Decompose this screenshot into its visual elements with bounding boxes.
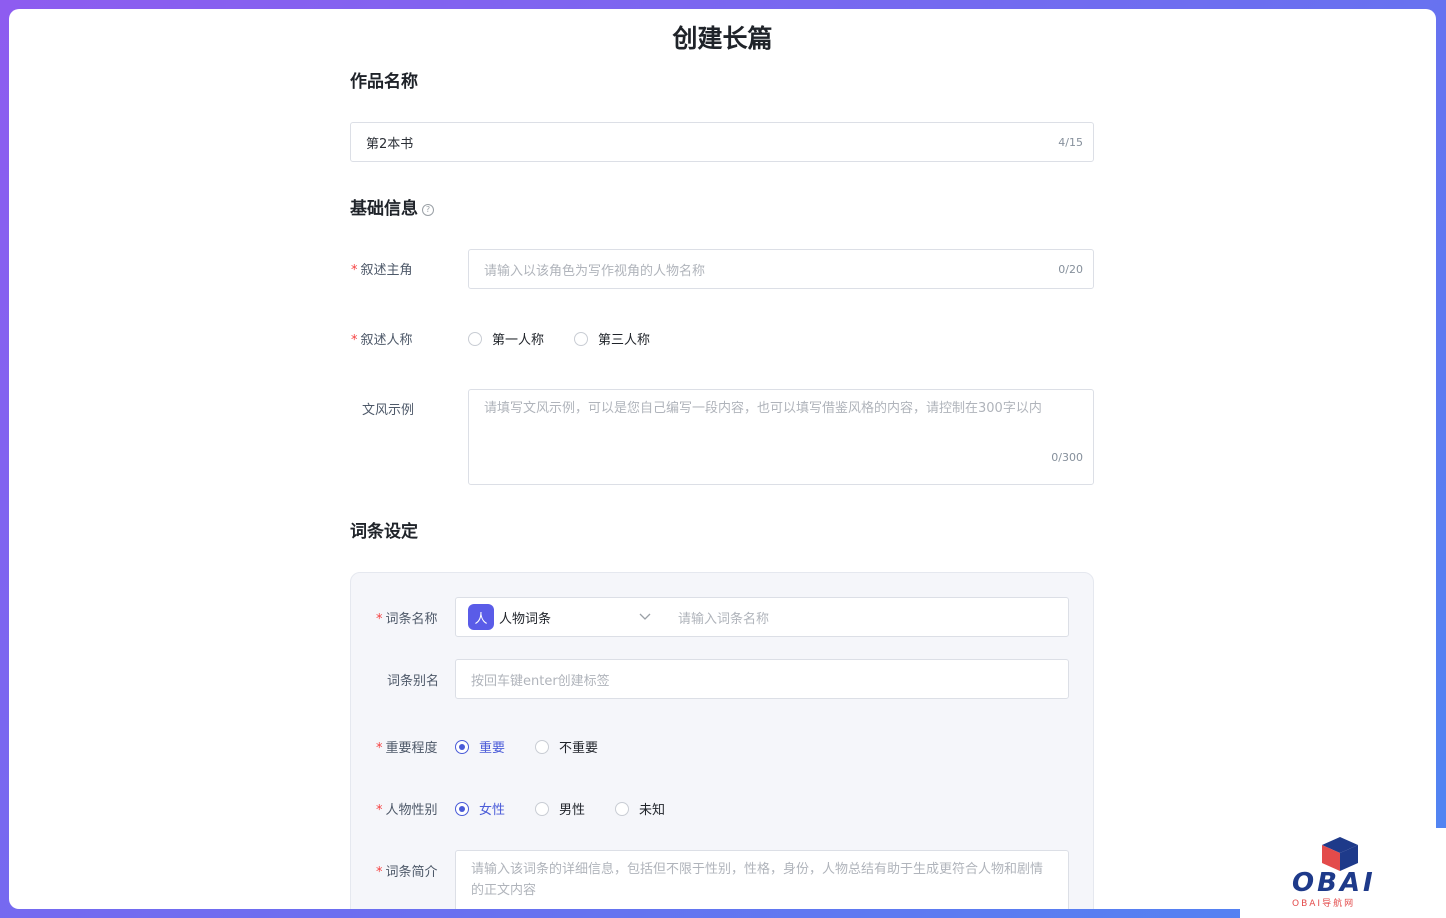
radio-circle [468,331,482,346]
obai-watermark: OBAI OBAI导航网 [1240,828,1446,918]
style-sample-counter: 0/300 [1051,451,1083,464]
pov-first-person-radio[interactable]: 第一人称 [468,329,544,348]
help-icon[interactable]: ? [422,204,434,216]
basic-info-section-title: 基础信息? [350,194,434,219]
radio-label: 未知 [639,803,666,818]
entry-intro-placeholder: 请输入该词条的详细信息，包括但不限于性别，性格，身份，人物总结有助于生成更符合人… [471,862,1044,898]
required-mark: * [376,803,383,818]
radio-circle [455,801,469,816]
radio-circle [615,801,630,816]
required-mark: * [376,612,383,627]
work-name-counter: 4/15 [1058,135,1083,149]
importance-unimportant-radio[interactable]: 不重要 [535,737,598,756]
importance-important-radio[interactable]: 重要 [455,737,505,756]
radio-circle [574,331,589,346]
radio-label: 不重要 [559,741,599,756]
work-name-value: 第2本书 [366,136,414,152]
protagonist-label: * 叙述主角 [351,259,413,278]
radio-circle [455,739,469,754]
basic-info-title-text: 基础信息 [350,199,418,219]
gender-label: * 人物性别 [376,799,438,818]
page-title: 创建长篇 [672,24,773,53]
gender-label-text: 人物性别 [385,803,438,818]
entry-type-select[interactable]: 人 人物词条 [468,604,663,630]
protagonist-label-text: 叙述主角 [360,263,413,278]
protagonist-placeholder: 请输入以该角色为写作视角的人物名称 [484,263,706,279]
gender-radio-group: 女性 男性 未知 [455,799,695,818]
protagonist-input[interactable]: 请输入以该角色为写作视角的人物名称 0/20 [468,249,1094,289]
work-name-input[interactable]: 第2本书 4/15 [350,122,1094,162]
entry-name-input[interactable]: 人 人物词条 请输入词条名称 [455,597,1069,637]
logo-text: OBAI [1292,868,1376,898]
logo-subtext: OBAI导航网 [1292,899,1356,909]
radio-circle [535,801,550,816]
radio-label: 重要 [479,741,506,756]
radio-label: 男性 [559,803,586,818]
entry-intro-label-text: 词条简介 [385,865,438,880]
entry-settings-section-title: 词条设定 [350,522,418,542]
entry-name-placeholder: 请输入词条名称 [678,611,770,627]
work-name-section-title: 作品名称 [350,72,418,92]
radio-label: 第三人称 [598,333,651,348]
style-sample-placeholder: 请填写文风示例，可以是您自己编写一段内容，也可以填写借鉴风格的内容，请控制在30… [484,401,1042,416]
entry-alias-input[interactable]: 按回车键enter创建标签 [455,659,1069,699]
entry-panel: * 词条名称 人 人物词条 请输入词条名称 词条别名 按回车键enter创建标签 … [350,572,1094,909]
required-mark: * [376,741,383,756]
pov-label: * 叙述人称 [351,329,413,348]
entry-intro-textarea[interactable]: 请输入该词条的详细信息，包括但不限于性别，性格，身份，人物总结有助于生成更符合人… [455,850,1069,909]
style-sample-label: 文风示例 [362,403,415,418]
protagonist-counter: 0/20 [1058,262,1083,276]
gender-unknown-radio[interactable]: 未知 [615,799,665,818]
gender-male-radio[interactable]: 男性 [535,799,585,818]
person-tag-icon: 人 [468,604,494,630]
radio-label: 第一人称 [492,333,545,348]
pov-third-person-radio[interactable]: 第三人称 [574,329,650,348]
chevron-down-icon [639,611,651,624]
pov-label-text: 叙述人称 [360,333,413,348]
style-sample-textarea[interactable]: 请填写文风示例，可以是您自己编写一段内容，也可以填写借鉴风格的内容，请控制在30… [468,389,1094,485]
importance-radio-group: 重要 不重要 [455,737,628,756]
entry-alias-label: 词条别名 [387,674,440,689]
entry-name-label: * 词条名称 [376,608,438,627]
pov-radio-group: 第一人称 第三人称 [468,329,680,348]
radio-circle [535,739,550,754]
required-mark: * [351,333,358,348]
importance-label-text: 重要程度 [385,741,438,756]
entry-alias-placeholder: 按回车键enter创建标签 [471,673,610,689]
importance-label: * 重要程度 [376,737,438,756]
required-mark: * [376,865,383,880]
required-mark: * [351,263,358,278]
entry-type-selected: 人物词条 [499,611,552,627]
gender-female-radio[interactable]: 女性 [455,799,505,818]
radio-label: 女性 [479,803,506,818]
entry-intro-label: * 词条简介 [376,861,438,880]
create-novel-card: 创建长篇 作品名称 第2本书 4/15 基础信息? * 叙述主角 请输入以该角色为… [9,9,1436,909]
entry-name-label-text: 词条名称 [385,612,438,627]
